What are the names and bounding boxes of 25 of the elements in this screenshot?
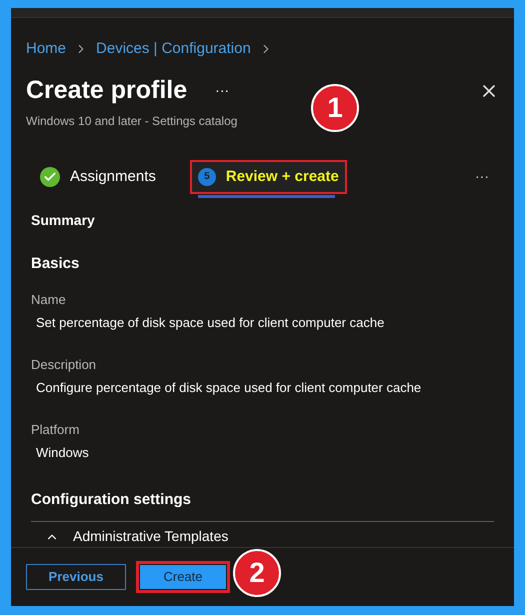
breadcrumb-link[interactable]: Devices | Configuration	[96, 38, 251, 60]
page-title: Create profile	[26, 75, 188, 106]
wizard-step[interactable]: Assignments	[32, 160, 164, 194]
step-number: 5	[198, 168, 216, 186]
create-button[interactable]: Create	[140, 564, 226, 589]
page-subtitle: Windows 10 and later - Settings catalog	[26, 112, 238, 130]
more-button[interactable]: ···	[215, 80, 230, 102]
annotation-badge: 2	[233, 549, 281, 597]
check-icon	[40, 166, 60, 187]
field-value: Set percentage of disk space used for client computer cache	[36, 314, 386, 332]
field-label: Description	[31, 356, 98, 374]
field-value: Windows	[36, 444, 90, 462]
field-value: Configure percentage of disk space used for client computer cache	[36, 379, 422, 398]
field-label: Platform	[31, 420, 80, 439]
step-label: Assignments	[70, 166, 156, 187]
field-label: Name	[31, 290, 67, 309]
section-heading: Basics	[31, 254, 80, 274]
breadcrumb-link[interactable]: Home	[26, 38, 66, 60]
section-heading: Configuration settings	[31, 490, 192, 510]
annotation-badge: 1	[311, 84, 359, 132]
previous-button[interactable]: Previous	[26, 564, 126, 590]
group-label[interactable]: Administrative Templates	[73, 526, 228, 548]
more-button[interactable]: ···	[475, 166, 489, 188]
section-heading: Summary	[31, 211, 96, 230]
step-label: Review + create	[226, 166, 339, 187]
